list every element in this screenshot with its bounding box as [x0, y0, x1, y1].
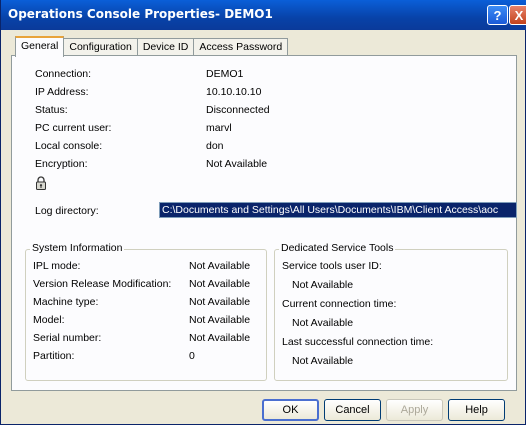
pc-current-user-label: PC current user: [35, 122, 112, 134]
ip-address-label: IP Address: [35, 86, 89, 98]
tab-device-id[interactable]: Device ID [136, 38, 195, 56]
log-directory-input[interactable]: C:\Documents and Settings\All Users\Docu… [159, 202, 517, 218]
ip-address-value: 10.10.10.10 [206, 86, 262, 98]
dedicated-service-tools-title: Dedicated Service Tools [279, 242, 396, 254]
version-release-value: Not Available [189, 278, 251, 290]
tab-access-password[interactable]: Access Password [193, 38, 289, 56]
encryption-value: Not Available [206, 158, 268, 170]
partition-value: 0 [189, 350, 195, 362]
partition-label: Partition: [33, 350, 75, 362]
close-button[interactable]: X [509, 5, 526, 25]
serial-number-label: Serial number: [33, 332, 102, 344]
tab-strip: General Configuration Device ID Access P… [15, 36, 289, 57]
lock-icon [36, 176, 46, 190]
ok-button[interactable]: OK [262, 399, 319, 421]
tab-general[interactable]: General [15, 36, 65, 57]
machine-type-label: Machine type: [33, 296, 99, 308]
general-panel: Connection: DEMO1 IP Address: 10.10.10.1… [11, 55, 517, 391]
window-title: Operations Console Properties- DEMO1 [8, 7, 273, 21]
tab-configuration[interactable]: Configuration [63, 38, 138, 56]
dedicated-service-tools-group: Dedicated Service Tools Service tools us… [274, 242, 508, 381]
properties-dialog: Operations Console Properties- DEMO1 ? X… [0, 0, 526, 425]
model-value: Not Available [189, 314, 251, 326]
help-button[interactable]: Help [448, 399, 505, 421]
system-information-title: System Information [30, 242, 125, 254]
machine-type-value: Not Available [189, 296, 251, 308]
log-directory-label: Log directory: [35, 205, 99, 217]
model-label: Model: [33, 314, 65, 326]
service-tools-user-id-value: Not Available [292, 279, 354, 291]
current-connection-time-value: Not Available [292, 317, 354, 329]
pc-current-user-value: marvl [206, 122, 232, 134]
connection-value: DEMO1 [206, 68, 244, 80]
version-release-label: Version Release Modification: [33, 278, 172, 290]
connection-label: Connection: [35, 68, 92, 80]
last-connection-time-value: Not Available [292, 355, 354, 367]
last-connection-time-label: Last successful connection time: [282, 336, 434, 348]
encryption-label: Encryption: [35, 158, 88, 170]
ipl-mode-label: IPL mode: [33, 260, 81, 272]
title-bar[interactable]: Operations Console Properties- DEMO1 ? X [1, 0, 526, 30]
local-console-label: Local console: [35, 140, 103, 152]
status-value: Disconnected [206, 104, 270, 116]
help-title-button[interactable]: ? [487, 5, 508, 25]
serial-number-value: Not Available [189, 332, 251, 344]
system-information-group: System Information IPL mode: Not Availab… [25, 242, 267, 381]
apply-button[interactable]: Apply [386, 399, 443, 421]
service-tools-user-id-label: Service tools user ID: [282, 260, 382, 272]
local-console-value: don [206, 140, 224, 152]
cancel-button[interactable]: Cancel [324, 399, 381, 421]
status-label: Status: [35, 104, 68, 116]
current-connection-time-label: Current connection time: [282, 298, 397, 310]
ipl-mode-value: Not Available [189, 260, 251, 272]
